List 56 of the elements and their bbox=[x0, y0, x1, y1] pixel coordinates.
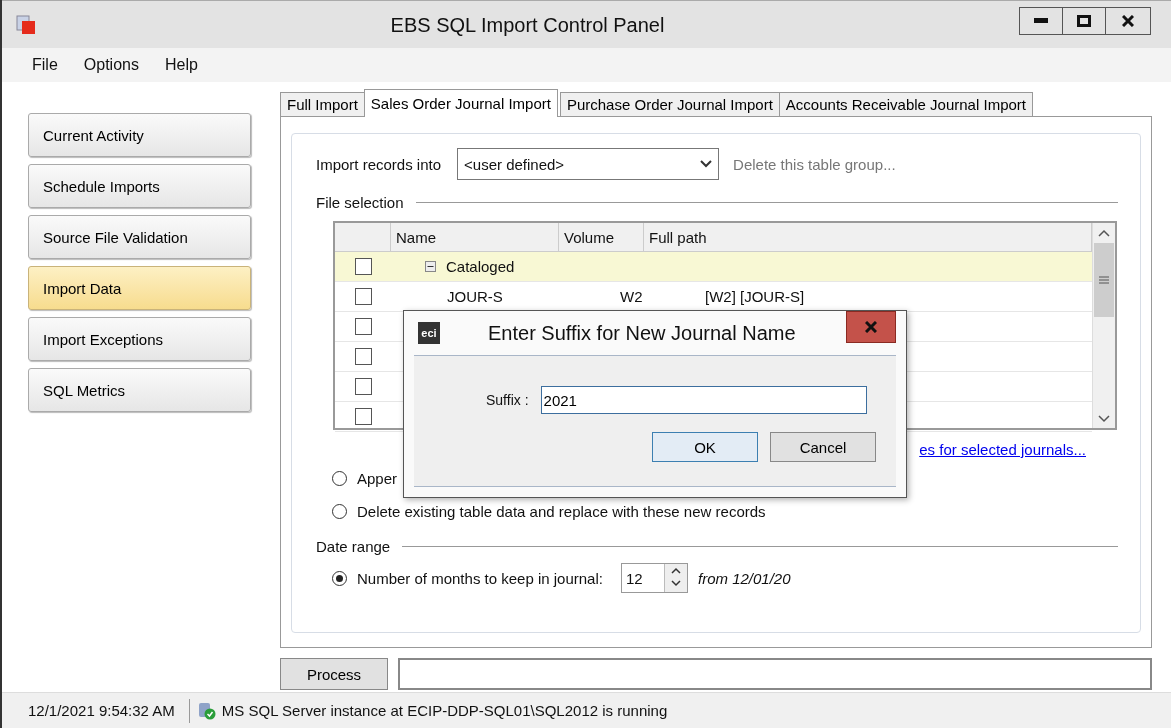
process-button[interactable]: Process bbox=[280, 658, 388, 690]
sidebar-button[interactable]: Source File Validation bbox=[28, 215, 251, 259]
radio-label: Delete existing table data and replace with these new records bbox=[357, 503, 766, 520]
table-cell: [W2] [JOUR-S] bbox=[705, 288, 805, 305]
table-cell: W2 bbox=[620, 288, 643, 305]
checkbox[interactable] bbox=[354, 288, 372, 305]
dialog-title: Enter Suffix for New Journal Name bbox=[488, 321, 796, 345]
tree-node[interactable]: Cataloged bbox=[446, 258, 515, 275]
minimize-icon bbox=[1034, 18, 1048, 24]
column-header[interactable]: Name bbox=[391, 223, 559, 251]
checkbox[interactable] bbox=[354, 348, 372, 365]
database-check-icon bbox=[197, 701, 216, 720]
tab[interactable]: Sales Order Journal Import bbox=[363, 89, 558, 117]
menu-item[interactable]: Help bbox=[150, 56, 210, 74]
tab[interactable]: Accounts Receivable Journal Import bbox=[778, 92, 1033, 116]
radio-label: Number of months to keep in journal: bbox=[357, 569, 603, 587]
months-spinner[interactable]: 12 bbox=[620, 563, 688, 593]
menu-item[interactable]: Options bbox=[69, 56, 151, 74]
chevron-down-icon bbox=[700, 160, 713, 168]
maximize-icon bbox=[1077, 15, 1091, 27]
close-icon bbox=[1122, 15, 1134, 27]
dialog-button[interactable]: Cancel bbox=[770, 432, 876, 462]
radio-button[interactable] bbox=[332, 504, 347, 519]
radio-button[interactable] bbox=[332, 570, 347, 586]
status-time: 12/1/2021 9:54:32 AM bbox=[28, 702, 175, 719]
field-label: Suffix : bbox=[486, 392, 529, 408]
radio-label: Apper bbox=[357, 470, 398, 487]
close-icon bbox=[865, 321, 877, 333]
checkbox[interactable] bbox=[354, 408, 372, 425]
collapse-icon[interactable] bbox=[425, 261, 436, 272]
checkbox[interactable] bbox=[354, 378, 372, 395]
tab[interactable]: Purchase Order Journal Import bbox=[559, 92, 780, 116]
sidebar-button[interactable]: SQL Metrics bbox=[28, 368, 251, 412]
suffix-field[interactable]: 2021 bbox=[540, 386, 867, 414]
field-label: Import records into bbox=[316, 155, 442, 173]
menu-item[interactable]: File bbox=[18, 56, 70, 74]
section-title: Date range bbox=[316, 538, 391, 555]
from-date: from 12/01/20 bbox=[697, 569, 791, 587]
sidebar-button[interactable]: Import Exceptions bbox=[28, 317, 251, 361]
tree-node[interactable]: JOUR-S bbox=[447, 288, 503, 305]
sidebar-button[interactable]: Schedule Imports bbox=[28, 164, 251, 208]
app-logo: eci bbox=[418, 322, 440, 344]
column-header[interactable]: Volume bbox=[559, 223, 644, 251]
checkbox[interactable] bbox=[354, 318, 372, 335]
dialog-button[interactable]: OK bbox=[652, 432, 758, 462]
status-message: MS SQL Server instance at ECIP-DDP-SQL01\SQL2012 is running bbox=[221, 702, 668, 719]
window-title: EBS SQL Import Control Panel bbox=[389, 14, 666, 37]
sidebar-button[interactable]: Current Activity bbox=[28, 113, 251, 157]
section-title: File selection bbox=[316, 194, 404, 211]
sidebar-button[interactable]: Import Data bbox=[28, 266, 251, 310]
scrollbar-thumb[interactable] bbox=[1094, 243, 1114, 317]
checkbox[interactable] bbox=[354, 258, 372, 275]
app-icon bbox=[16, 15, 36, 35]
journal-link[interactable]: es for selected journals... bbox=[919, 440, 1086, 458]
radio-button[interactable] bbox=[332, 471, 347, 486]
tab[interactable]: Full Import bbox=[280, 92, 365, 116]
